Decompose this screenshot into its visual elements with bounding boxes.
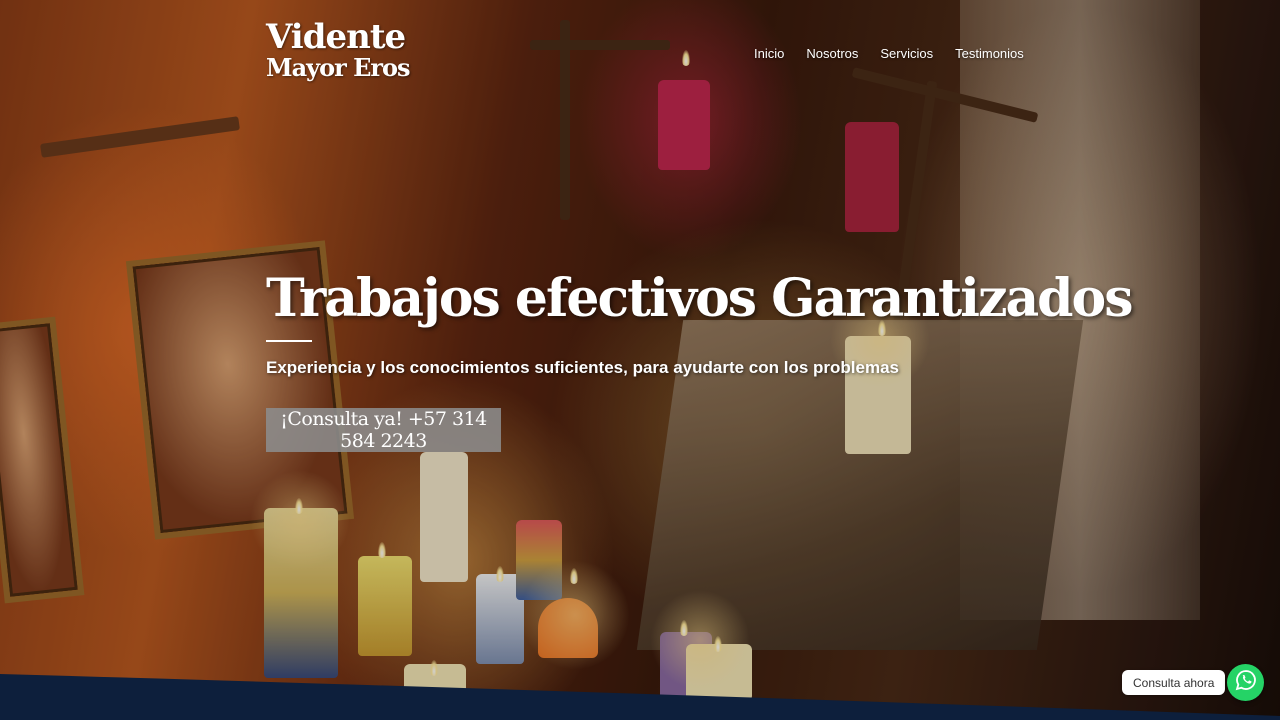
nav-item-nosotros[interactable]: Nosotros [806, 46, 858, 61]
whatsapp-icon [1235, 669, 1257, 696]
title-divider [266, 340, 312, 342]
logo-line-2: Mayor Eros [266, 53, 411, 82]
nav-item-inicio[interactable]: Inicio [754, 46, 784, 61]
whatsapp-label[interactable]: Consulta ahora [1122, 670, 1226, 695]
main-nav: Inicio Nosotros Servicios Testimonios [754, 46, 1024, 61]
nav-item-servicios[interactable]: Servicios [880, 46, 933, 61]
hero-subtitle: Experiencia y los conocimientos suficien… [266, 358, 899, 377]
consult-cta-button[interactable]: ¡Consulta ya! +57 314 584 2243 [266, 408, 501, 452]
nav-item-testimonios[interactable]: Testimonios [955, 46, 1024, 61]
bottom-wave-divider [0, 674, 1280, 720]
whatsapp-button[interactable] [1227, 664, 1264, 701]
hero-title: Trabajos efectivos Garantizados [266, 268, 1133, 329]
site-logo[interactable]: Vidente Mayor Eros [266, 17, 411, 82]
logo-line-1: Vidente [266, 17, 406, 57]
